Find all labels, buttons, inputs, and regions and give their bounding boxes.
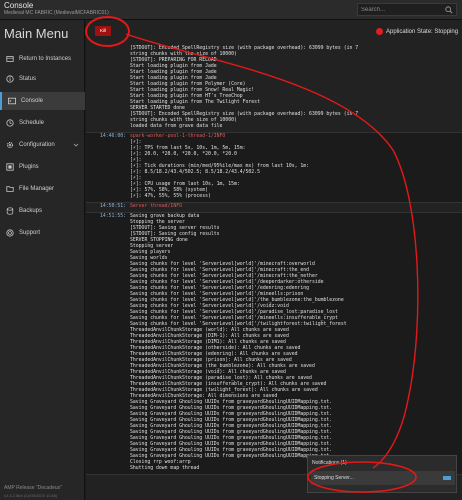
sidebar-item-file-manager[interactable]: File Manager xyxy=(0,180,85,198)
notification-item[interactable]: Stopping Server... xyxy=(311,471,455,485)
sidebar: Main Menu Return to Instances Status Con… xyxy=(0,20,85,500)
notification-panel: Notifications (1) Stopping Server... xyxy=(307,455,457,493)
sidebar-item-label: Configuration xyxy=(19,142,55,148)
sidebar-item-label: Plugins xyxy=(19,164,39,170)
backup-icon xyxy=(6,207,14,215)
application-state: Application State: Stopping xyxy=(376,28,458,35)
sidebar-item-console[interactable]: Console xyxy=(0,92,85,110)
console-entry-body: spark-worker-pool-1-thread-1/INFO [⚡]: [⚡]… xyxy=(130,134,420,200)
top-bar: Console Medieval MC FABRIC (MedievalMCFA… xyxy=(0,0,462,20)
sidebar-item-label: Schedule xyxy=(19,120,45,126)
application-state-label: Application State: Stopping xyxy=(386,28,459,35)
stopping-status-dot xyxy=(376,28,383,35)
sidebar-item-label: Console xyxy=(21,98,44,104)
plugin-icon xyxy=(6,163,14,171)
main-menu-title: Main Menu xyxy=(4,26,69,41)
console-output[interactable]: [STDOUT]: Encoded SpellRegistry size (wi… xyxy=(86,45,462,500)
clock-icon xyxy=(6,119,14,127)
release-name: AMP Release "Decadeus" xyxy=(4,485,62,491)
console-timestamp: 14:51:55: xyxy=(100,214,126,219)
folder-icon xyxy=(6,186,14,192)
console-entry-body: Saving grave backup data Stopping the ser… xyxy=(130,214,420,472)
sidebar-item-label: Backups xyxy=(19,208,43,214)
sidebar-item-status[interactable]: Status xyxy=(0,70,85,88)
sidebar-item-label: File Manager xyxy=(19,186,55,192)
instance-name: Medieval MC FABRIC (MedievalMCFABRIC01) xyxy=(4,10,109,16)
sidebar-item-label: Return to Instances xyxy=(19,56,72,62)
console-line: [⚡]: 47%, 55%, 55% (process) xyxy=(130,194,211,199)
console-entry-body: [STDOUT]: Encoded SpellRegistry size (wi… xyxy=(130,46,420,130)
sidebar-item-label: Support xyxy=(19,230,41,236)
support-icon xyxy=(6,229,14,237)
release-version: v2.4.2.5b4 (11/05/2023 11:48) xyxy=(4,493,58,498)
console-timestamp: 14:50:51: xyxy=(100,204,126,209)
annotation-circle xyxy=(85,16,130,47)
sidebar-item-return-to-instances[interactable]: Return to Instances xyxy=(0,50,85,68)
sidebar-item-schedule[interactable]: Schedule xyxy=(0,114,85,132)
sidebar-item-configuration[interactable]: Configuration xyxy=(0,136,85,154)
chevron-down-icon xyxy=(73,143,79,147)
console-divider xyxy=(86,202,462,203)
sidebar-item-plugins[interactable]: Plugins xyxy=(0,158,85,176)
info-icon xyxy=(6,75,14,83)
sidebar-item-label: Status xyxy=(19,76,37,82)
notification-label: Stopping Server... xyxy=(314,475,354,481)
return-icon xyxy=(6,56,14,62)
notification-progress-bar xyxy=(443,476,451,480)
search-input[interactable] xyxy=(361,5,441,15)
console-thread-label: Server thread/INFO xyxy=(130,204,182,209)
console-line: loaded data from grave data file xyxy=(130,124,223,129)
search-icon[interactable] xyxy=(445,6,453,14)
page-title: Console xyxy=(4,1,34,10)
sidebar-item-support[interactable]: Support xyxy=(0,224,85,242)
terminal-icon xyxy=(8,97,16,105)
search-box[interactable] xyxy=(357,3,457,16)
sidebar-item-backups[interactable]: Backups xyxy=(0,202,85,220)
console-entry-body: Server thread/INFO xyxy=(130,204,420,210)
notifications-header[interactable]: Notifications (1) xyxy=(312,460,347,466)
console-panel: Kill Application State: Stopping [STDOUT… xyxy=(85,16,462,500)
console-timestamp: 14:46:00: xyxy=(100,134,126,139)
gear-icon xyxy=(7,142,13,148)
